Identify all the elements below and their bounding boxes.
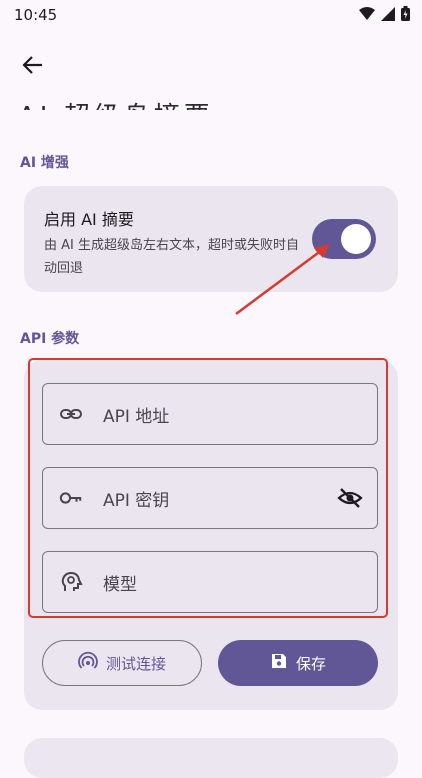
next-card: [24, 738, 398, 778]
test-connection-button[interactable]: 测试连接: [42, 640, 202, 686]
section-label-api: API 参数: [20, 331, 80, 347]
annotation-highlight-box: [28, 358, 388, 618]
save-label: 保存: [295, 654, 326, 673]
save-button[interactable]: 保存: [218, 640, 378, 686]
save-icon: [270, 652, 288, 674]
connection-icon: [78, 651, 98, 675]
test-connection-label: 测试连接: [105, 654, 166, 673]
